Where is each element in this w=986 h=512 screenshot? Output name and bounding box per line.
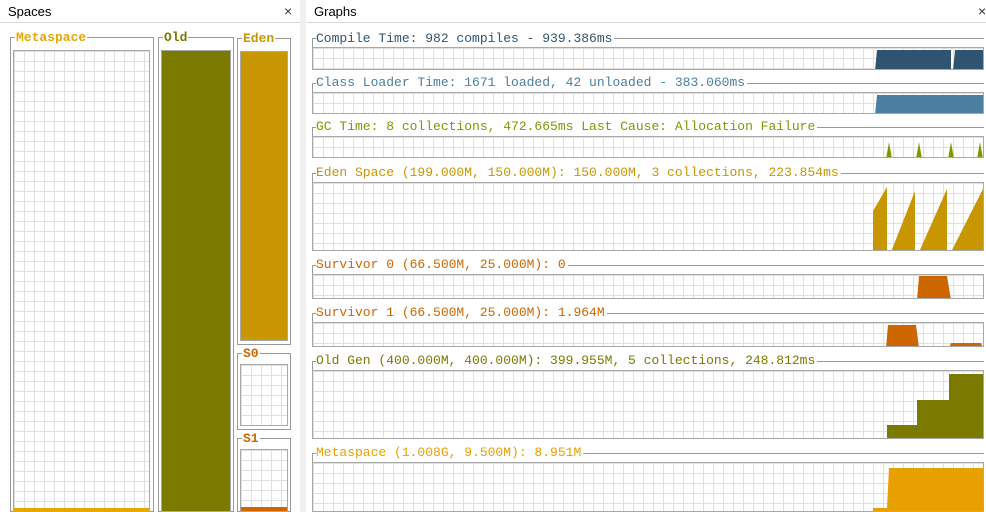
- graphs-panel-title: Graphs: [314, 4, 357, 19]
- oldgen-graph-area: [887, 374, 983, 438]
- s1-space: S1: [237, 431, 291, 512]
- s1-label: S1: [242, 431, 260, 446]
- classloader-graph-area: [875, 95, 983, 113]
- survivor1-graph-area-1: [886, 325, 919, 346]
- old-space: Old: [158, 30, 234, 512]
- eden-graph-area: [873, 187, 983, 250]
- s1-fill: [241, 507, 287, 511]
- eden-fill: [241, 52, 287, 340]
- graphs-close-icon[interactable]: ×: [978, 0, 986, 23]
- metaspace-grid: [13, 50, 150, 512]
- metaspace-graph-title: Metaspace (1.008G, 9.500M): 8.951M: [316, 445, 584, 460]
- survivor0-graph-area: [917, 276, 951, 298]
- s0-grid: [240, 364, 288, 426]
- eden-graph-title: Eden Space (199.000M, 150.000M): 150.000…: [316, 165, 841, 180]
- survivor0-graph-plot: [312, 274, 984, 299]
- spaces-panel-header: Spaces: [0, 0, 300, 23]
- compile-graph-title: Compile Time: 982 compiles - 939.386ms: [316, 31, 615, 46]
- metaspace-graph-plot: [312, 462, 984, 512]
- survivor0-graph-title: Survivor 0 (66.500M, 25.000M): 0: [316, 257, 568, 272]
- compile-graph-plot: [312, 47, 984, 70]
- classloader-graph-title: Class Loader Time: 1671 loaded, 42 unloa…: [316, 75, 748, 90]
- gc-graph-spike-3: [948, 142, 954, 157]
- gc-graph-plot: [312, 136, 984, 158]
- old-fill: [162, 51, 230, 511]
- metaspace-graph-area: [873, 468, 983, 511]
- survivor1-graph-area-2: [949, 343, 983, 346]
- graphs-panel-header: Graphs: [306, 0, 986, 23]
- oldgen-graph-title: Old Gen (400.000M, 400.000M): 399.955M, …: [316, 353, 818, 368]
- s1-grid: [240, 449, 288, 512]
- eden-space: Eden: [237, 31, 291, 345]
- eden-grid: [240, 51, 288, 341]
- compile-graph-area-2: [953, 50, 983, 69]
- s0-label: S0: [242, 346, 260, 361]
- oldgen-graph-plot: [312, 370, 984, 439]
- s0-space: S0: [237, 346, 291, 430]
- metaspace-fill: [14, 508, 149, 511]
- gc-graph-spike-1: [886, 142, 892, 157]
- spaces-panel-title: Spaces: [8, 4, 52, 19]
- compile-graph-area-1: [875, 50, 951, 69]
- metaspace-label: Metaspace: [15, 30, 88, 45]
- gc-graph-spike-2: [916, 142, 922, 157]
- metaspace-space: Metaspace: [10, 30, 154, 512]
- eden-graph-plot: [312, 182, 984, 251]
- gc-graph-spike-4: [977, 142, 983, 157]
- panel-divider[interactable]: [300, 0, 306, 512]
- survivor1-graph-title: Survivor 1 (66.500M, 25.000M): 1.964M: [316, 305, 607, 320]
- spaces-close-icon[interactable]: ×: [284, 0, 292, 23]
- old-grid: [161, 50, 231, 512]
- survivor1-graph-plot: [312, 322, 984, 347]
- classloader-graph-plot: [312, 92, 984, 114]
- gc-graph-title: GC Time: 8 collections, 472.665ms Last C…: [316, 119, 818, 134]
- old-label: Old: [163, 30, 189, 45]
- eden-label: Eden: [242, 31, 276, 46]
